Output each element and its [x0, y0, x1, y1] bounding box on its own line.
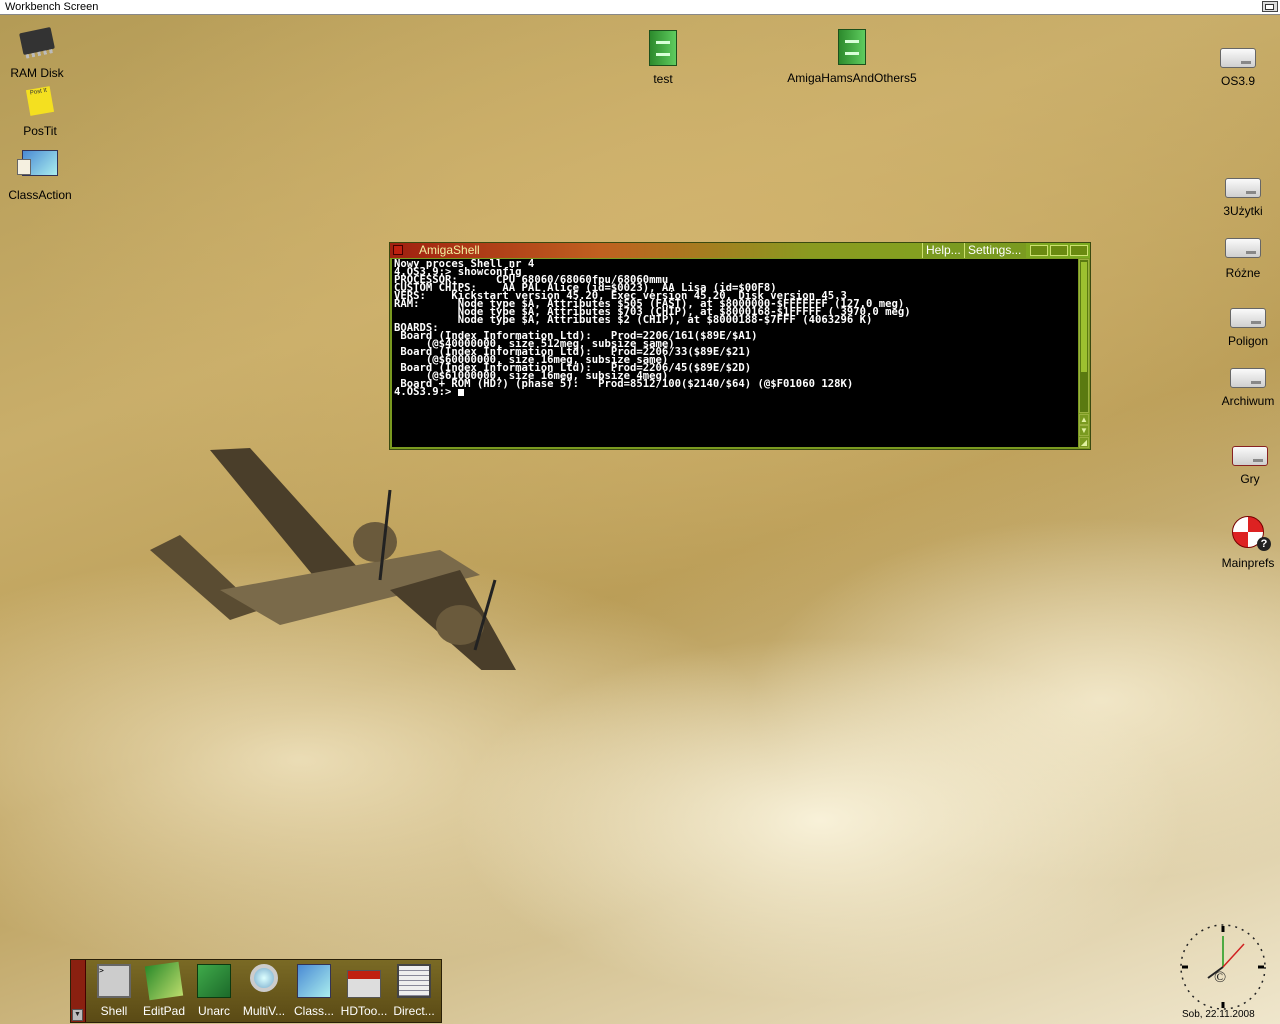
archiwum-volume-icon[interactable]: Archiwum	[1216, 368, 1280, 408]
gry-volume-icon[interactable]: Gry	[1224, 446, 1276, 486]
magnifier-icon	[250, 964, 278, 992]
test-label: test	[653, 72, 673, 86]
chip-icon	[19, 26, 55, 56]
gry-label: Gry	[1240, 472, 1260, 486]
rozne-volume-icon[interactable]: Różne	[1214, 238, 1272, 280]
hard-disk-icon	[1230, 368, 1266, 388]
iconify-gadget-icon[interactable]	[1030, 245, 1048, 256]
dock-item-label: Class...	[293, 1004, 334, 1018]
text-cursor	[457, 389, 464, 396]
dock-item-editpad[interactable]: EditPad	[139, 961, 189, 1018]
hard-disk-icon	[1230, 308, 1266, 328]
os39-label: OS3.9	[1220, 74, 1256, 88]
shell-icon: >	[97, 964, 131, 998]
ram-disk-label: RAM Disk	[10, 66, 64, 80]
hard-disk-icon	[1220, 48, 1256, 68]
clock-date: Sob, 22.11.2008	[1182, 1009, 1255, 1020]
classaction-image-icon	[17, 150, 58, 176]
zoom-gadget-icon[interactable]	[1050, 245, 1068, 256]
hard-disk-clock-icon	[1225, 238, 1261, 258]
shell-prompt: 4.OS3.9:>	[394, 386, 458, 398]
dock-item-hdtoolbox[interactable]: HDToo...	[339, 964, 389, 1018]
screen-title-bar: Workbench Screen	[0, 0, 1280, 15]
classaction-label: ClassAction	[8, 188, 72, 202]
shell-scrollbar[interactable]	[1079, 259, 1089, 413]
shell-terminal-output[interactable]: Nowy proces Shell nr 4 4.OS3.9:> showconf…	[392, 259, 1078, 447]
notepad-icon	[144, 961, 184, 1001]
postit-label: PosTit	[23, 124, 57, 138]
settings-button[interactable]: Settings...	[964, 243, 1026, 258]
scrollbar-knob[interactable]	[1081, 262, 1087, 372]
amigahams-drawer-icon[interactable]: AmigaHamsAndOthers5	[782, 29, 922, 85]
terminal-lines: Nowy proces Shell nr 4 4.OS3.9:> showconf…	[394, 259, 1076, 390]
mainprefs-label: Mainprefs	[1221, 556, 1275, 570]
poligon-label: Poligon	[1227, 334, 1269, 348]
dock-item-multiview[interactable]: MultiV...	[239, 964, 289, 1018]
shell-window-title: AmigaShell	[419, 243, 480, 257]
clock-second-hand	[1222, 943, 1245, 968]
depth-gadget-icon[interactable]	[1070, 245, 1088, 256]
dock-menu-arrow-icon[interactable]: ▼	[72, 1009, 83, 1021]
uzytki-volume-icon[interactable]: 3Użytki	[1212, 178, 1274, 218]
dock-item-label: Direct...	[393, 1004, 435, 1018]
amigahams-label: AmigaHamsAndOthers5	[787, 71, 917, 85]
screen-depth-gadget[interactable]	[1262, 1, 1278, 12]
archive-cube-icon	[197, 964, 231, 998]
note-icon: Post It	[25, 86, 55, 116]
poligon-volume-icon[interactable]: Poligon	[1218, 308, 1278, 348]
analog-clock: ©	[1180, 924, 1266, 1010]
dock-item-unarc[interactable]: Unarc	[189, 964, 239, 1018]
test-drawer-icon[interactable]: test	[638, 30, 688, 86]
dock-item-label: HDToo...	[340, 1004, 388, 1018]
scroll-down-arrow-icon[interactable]: ▼	[1079, 425, 1089, 436]
hard-disk-icon	[1225, 178, 1261, 198]
dock-drag-handle[interactable]: ▼	[71, 960, 86, 1022]
dock-item-label: EditPad	[142, 1004, 186, 1018]
help-button[interactable]: Help...	[922, 243, 964, 258]
hard-disk-tool-icon	[347, 970, 381, 998]
scroll-up-arrow-icon[interactable]: ▲	[1079, 414, 1089, 425]
rozne-label: Różne	[1225, 266, 1261, 280]
airplane-wallpaper	[150, 448, 516, 670]
dock-bar[interactable]: ▼ > Shell EditPad Unarc MultiV... Class.…	[70, 959, 442, 1023]
os39-volume-icon[interactable]: OS3.9	[1210, 48, 1266, 88]
drawer-icon	[838, 29, 866, 65]
postit-icon[interactable]: Post It PosTit	[14, 86, 66, 138]
hard-disk-icon	[1232, 446, 1268, 466]
screen-title: Workbench Screen	[5, 1, 99, 13]
drawer-icon	[649, 30, 677, 66]
mainprefs-icon[interactable]: Mainprefs	[1216, 516, 1280, 570]
dock-item-directory-opus[interactable]: Direct...	[389, 964, 439, 1018]
dock-item-shell[interactable]: > Shell	[89, 964, 139, 1018]
archiwum-label: Archiwum	[1221, 394, 1275, 408]
uzytki-label: 3Użytki	[1223, 204, 1263, 218]
terminal-line: Board + ROM (HD?) (phase 5): Prod=8512/1…	[394, 378, 854, 390]
amigashell-window[interactable]: AmigaShell Help... Settings... Nowy proc…	[389, 242, 1091, 450]
close-gadget-icon[interactable]	[393, 245, 403, 255]
classaction-icon[interactable]: ClassAction	[2, 150, 78, 202]
classaction-icon	[297, 964, 331, 998]
postit-note-text: Post It	[29, 87, 48, 97]
boing-ball-icon	[1232, 516, 1271, 551]
dock-item-label: Unarc	[197, 1004, 230, 1018]
clock-logo-icon: ©	[1214, 969, 1226, 986]
resize-gadget-icon[interactable]: ◢	[1079, 437, 1089, 448]
dock-item-classaction[interactable]: Class...	[289, 964, 339, 1018]
file-manager-icon	[397, 964, 431, 998]
terminal-line: Node type $A, Attributes $2 (CHIP), at $…	[394, 314, 873, 326]
ram-disk-icon[interactable]: RAM Disk	[4, 26, 70, 80]
shell-title-bar[interactable]: AmigaShell Help... Settings...	[390, 243, 1090, 258]
dock-item-label: MultiV...	[242, 1004, 286, 1018]
dock-item-label: Shell	[100, 1004, 128, 1018]
